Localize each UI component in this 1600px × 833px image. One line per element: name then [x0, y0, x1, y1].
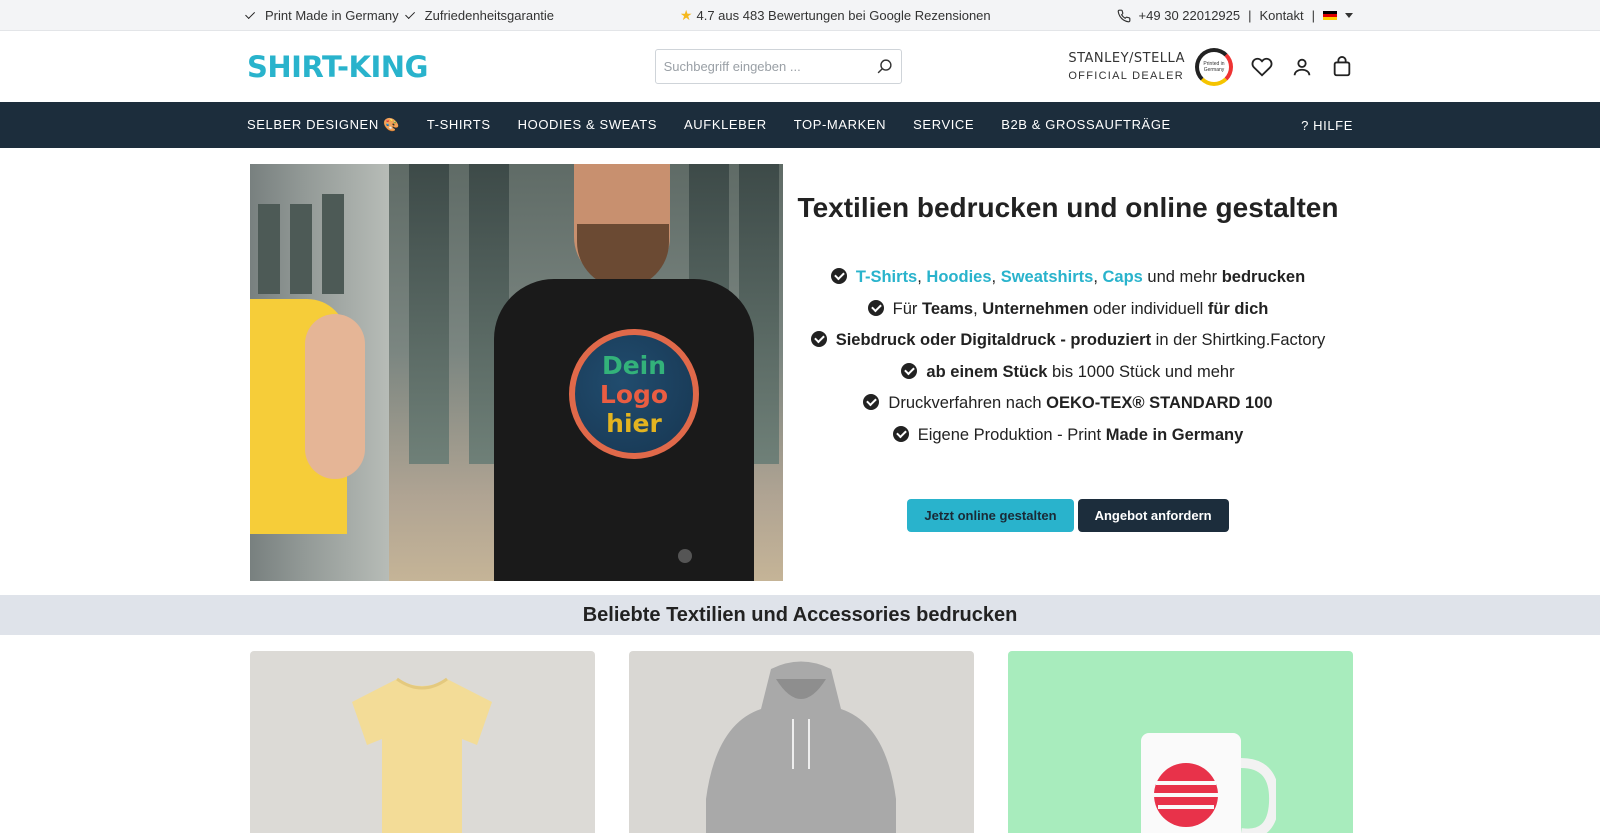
chevron-down-icon[interactable]	[1345, 13, 1353, 18]
hero-text: Textilien bedrucken und online gestalten…	[783, 164, 1353, 581]
design-online-button[interactable]: Jetzt online gestalten	[907, 499, 1074, 532]
link-caps[interactable]: Caps	[1102, 268, 1142, 286]
tshirt-image	[352, 677, 492, 833]
feature-item: Druckverfahren nach OEKO-TEX® STANDARD 1…	[783, 388, 1353, 420]
hero-image-woman-panel	[250, 164, 389, 581]
feature-item: Eigene Produktion - Print Made in German…	[783, 420, 1353, 452]
contact-link[interactable]: Kontakt	[1260, 8, 1304, 23]
phone-number[interactable]: +49 30 22012925	[1139, 8, 1241, 23]
main-navigation: SELBER DESIGNEN 🎨 T-SHIRTS HOODIES & SWE…	[0, 102, 1600, 148]
nav-item-top-marken[interactable]: TOP-MARKEN	[794, 117, 886, 133]
check-icon	[404, 9, 415, 20]
search-box[interactable]	[654, 49, 902, 84]
google-rating[interactable]: ★ 4.7 aus 483 Bewertungen bei Google Rez…	[680, 7, 991, 24]
check-icon	[245, 9, 256, 20]
mug-image	[1141, 733, 1276, 833]
request-quote-button[interactable]: Angebot anfordern	[1077, 499, 1229, 532]
slider-dot[interactable]	[678, 549, 692, 563]
check-circle-icon	[863, 394, 880, 410]
link-t-shirts[interactable]: T-Shirts	[856, 268, 917, 286]
section-title: Beliebte Textilien und Accessories bedru…	[0, 595, 1600, 635]
star-icon: ★	[679, 7, 693, 23]
top-bar: Print Made in Germany Zufriedenheitsgara…	[0, 0, 1600, 31]
feature-item: Siebdruck oder Digitaldruck - produziert…	[783, 325, 1353, 357]
nav-item-service[interactable]: SERVICE	[913, 117, 974, 133]
nav-item-selber-designen[interactable]: SELBER DESIGNEN 🎨	[247, 117, 400, 133]
rating-text[interactable]: 4.7 aus 483 Bewertungen bei Google Rezen…	[696, 8, 990, 23]
phone-icon	[1117, 9, 1130, 22]
search-input[interactable]	[663, 59, 876, 74]
product-card-tshirt[interactable]	[250, 651, 595, 833]
hero-image-man-panel: Dein Logo hier	[389, 164, 783, 581]
nav-item-t-shirts[interactable]: T-SHIRTS	[427, 117, 491, 133]
feature-item: ab einem Stück bis 1000 Stück und mehr	[783, 357, 1353, 389]
dein-logo-hier-print: Dein Logo hier	[569, 329, 699, 459]
check-circle-icon	[892, 425, 909, 442]
feature-item: Für Teams, Unternehmen oder individuell …	[783, 294, 1353, 326]
link-hoodies[interactable]: Hoodies	[926, 268, 991, 286]
dealer-subtitle: OFFICIAL DEALER	[1068, 69, 1184, 82]
account-user-icon[interactable]	[1291, 56, 1313, 78]
stanley-stella-dealer-badge: STANLEY/STELLA OFFICIAL DEALER	[1068, 52, 1185, 82]
nav-item-b2b[interactable]: B2B & GROSSAUFTRÄGE	[1001, 117, 1171, 133]
usp-label: Zufriedenheitsgarantie	[424, 8, 555, 23]
check-circle-icon	[901, 362, 918, 379]
hero-image: Dein Logo hier	[250, 164, 783, 581]
feature-list: T-Shirts, Hoodies, Sweatshirts, Caps und…	[783, 262, 1353, 451]
help-link[interactable]: ? HILFE	[1301, 118, 1353, 133]
wishlist-heart-icon[interactable]	[1251, 56, 1273, 78]
search-icon[interactable]	[876, 58, 893, 75]
product-card-hoodie[interactable]	[629, 651, 974, 833]
hero-title: Textilien bedrucken und online gestalten	[797, 192, 1339, 223]
nav-item-aufkleber[interactable]: AUFKLEBER	[684, 117, 767, 133]
shopping-bag-icon[interactable]	[1331, 55, 1353, 78]
usp-made-in-germany: Print Made in Germany	[245, 8, 399, 23]
product-card-mug[interactable]	[1008, 651, 1353, 833]
check-circle-icon	[867, 299, 884, 316]
feature-item: T-Shirts, Hoodies, Sweatshirts, Caps und…	[783, 262, 1353, 294]
dealer-brand: STANLEY/STELLA	[1068, 50, 1185, 66]
nav-item-hoodies-sweats[interactable]: HOODIES & SWEATS	[518, 117, 657, 133]
printed-in-germany-badge: Printed in Germany	[1194, 47, 1233, 86]
product-cards	[0, 635, 1600, 833]
check-circle-icon	[830, 268, 847, 284]
german-flag-icon[interactable]	[1323, 11, 1337, 20]
header: SHIRT-KING STANLEY/STELLA OFFICIAL DEALE…	[0, 31, 1600, 102]
usp-satisfaction: Zufriedenheitsgarantie	[404, 8, 555, 23]
check-circle-icon	[810, 331, 827, 347]
site-logo[interactable]: SHIRT-KING	[247, 50, 428, 84]
usp-label: Print Made in Germany	[265, 8, 399, 23]
hero-section: Dein Logo hier Textilien bedrucken und o…	[0, 148, 1600, 595]
hoodie-image	[706, 661, 896, 833]
link-sweatshirts[interactable]: Sweatshirts	[1001, 268, 1094, 286]
